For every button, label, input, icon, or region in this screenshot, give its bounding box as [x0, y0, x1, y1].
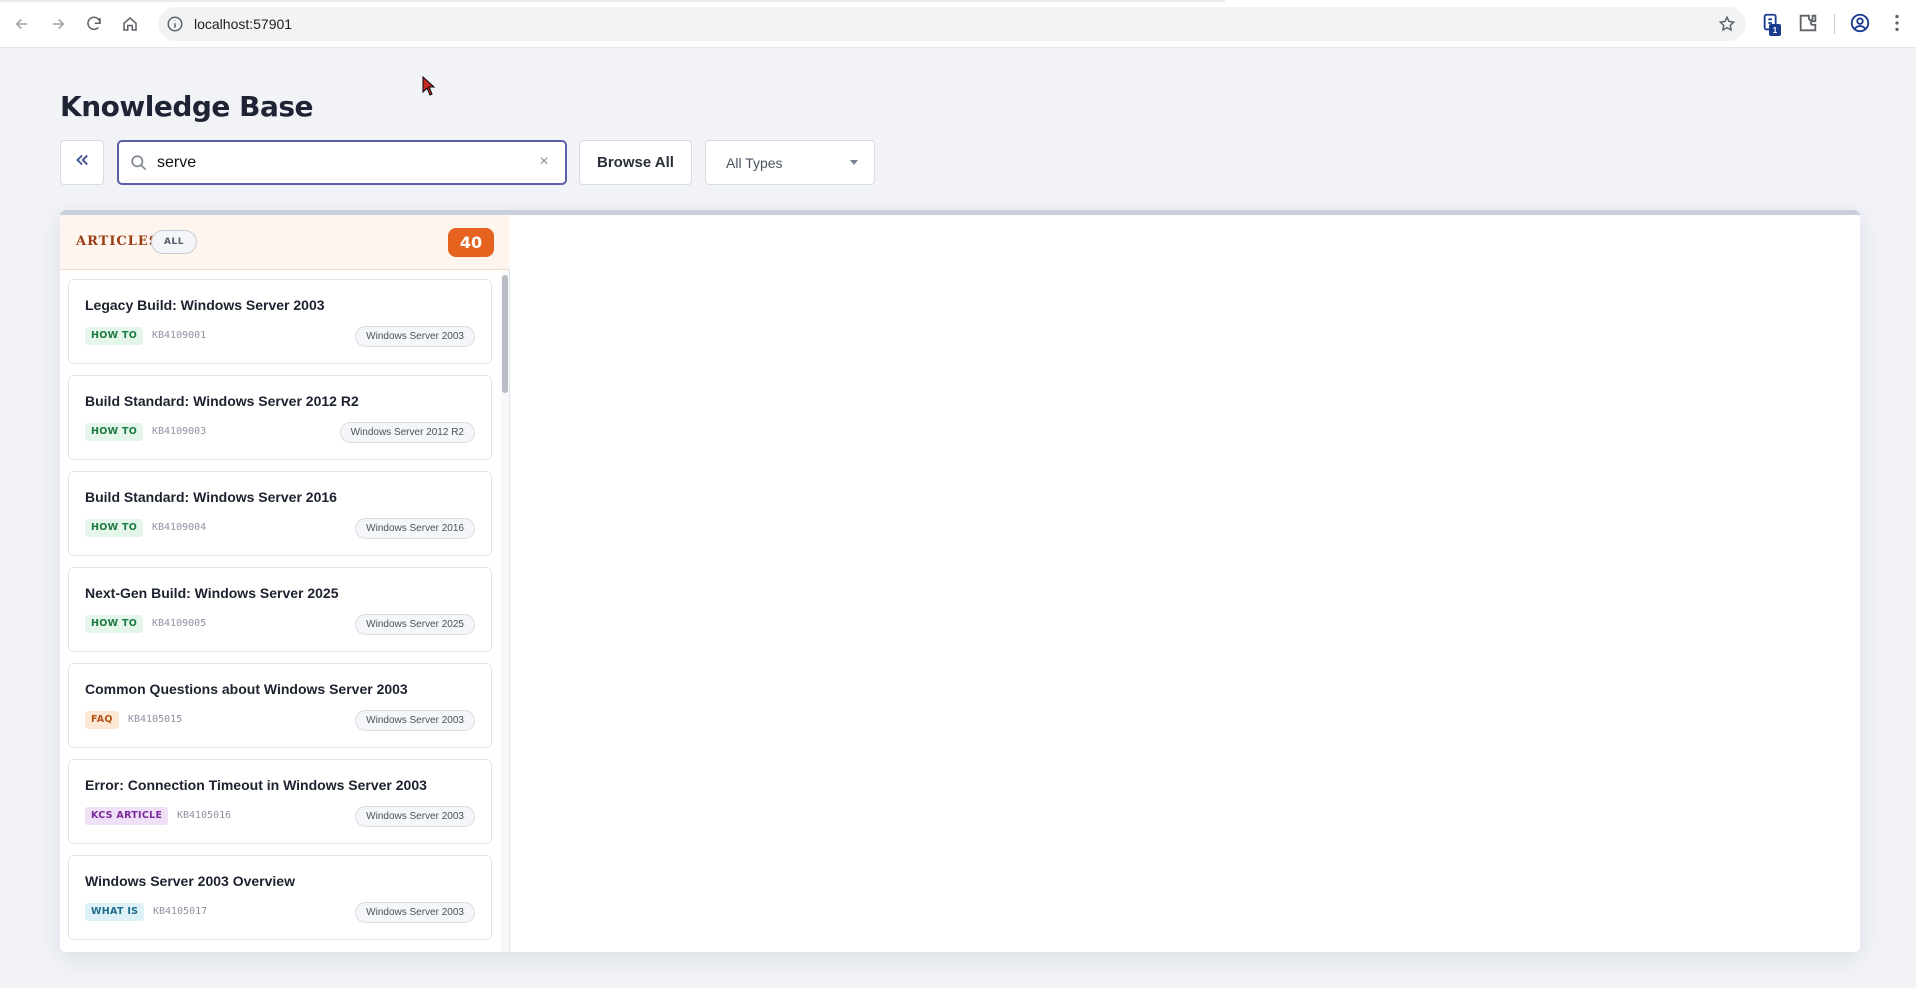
collapse-sidebar-button[interactable] — [60, 140, 104, 185]
star-icon[interactable] — [1718, 15, 1736, 33]
article-id: KB4109003 — [152, 426, 207, 437]
product-tag: Windows Server 2003 — [355, 806, 475, 827]
home-icon[interactable] — [116, 10, 144, 38]
reload-icon[interactable] — [80, 10, 108, 38]
article-title[interactable]: Common Questions about Windows Server 20… — [85, 681, 408, 697]
search-icon — [129, 153, 148, 172]
article-title[interactable]: Error: Connection Timeout in Windows Ser… — [85, 777, 427, 793]
article-title[interactable]: Build Standard: Windows Server 2012 R2 — [85, 393, 359, 409]
article-id: KB4105015 — [128, 714, 183, 725]
article-type-badge: KCS ARTICLE — [85, 807, 169, 825]
scrollbar-thumb[interactable] — [502, 275, 508, 393]
search-box[interactable]: × — [117, 140, 567, 185]
toolbar-divider — [1834, 14, 1835, 34]
article-id: KB4105016 — [177, 810, 232, 821]
article-title[interactable]: Next-Gen Build: Windows Server 2025 — [85, 585, 339, 601]
article-card[interactable]: Build Standard: Windows Server 2016 HOW T… — [68, 471, 492, 556]
articles-pane: ARTICLES ALL 40 Legacy Build: Windows Se… — [60, 215, 510, 952]
browser-toolbar: localhost:57901 1 — [0, 0, 1916, 48]
forward-icon[interactable] — [44, 10, 72, 38]
profile-icon[interactable] — [1849, 12, 1871, 34]
article-type-badge: HOW TO — [85, 519, 144, 537]
article-type-badge: WHAT IS — [85, 903, 145, 921]
type-filter-value: All Types — [726, 155, 783, 171]
page-title: Knowledge Base — [60, 90, 314, 123]
article-title[interactable]: Windows Server 2003 Overview — [85, 873, 295, 889]
article-title[interactable]: Legacy Build: Windows Server 2003 — [85, 297, 325, 313]
article-title[interactable]: Build Standard: Windows Server 2016 — [85, 489, 337, 505]
mouse-cursor-icon — [422, 76, 436, 96]
article-card[interactable]: Build Standard: Windows Server 2012 R2 HO… — [68, 375, 492, 460]
extension-badge: 1 — [1769, 24, 1781, 36]
articles-list: Legacy Build: Windows Server 2003 HOW TO K… — [60, 271, 510, 952]
article-id: KB4109001 — [152, 330, 207, 341]
info-icon[interactable] — [166, 15, 184, 33]
caret-down-icon — [850, 160, 858, 165]
url-text[interactable]: localhost:57901 — [194, 16, 292, 32]
article-card[interactable]: Legacy Build: Windows Server 2003 HOW TO K… — [68, 279, 492, 364]
article-id: KB4109004 — [152, 522, 207, 533]
double-chevron-left-icon — [73, 151, 91, 174]
articles-header: ARTICLES ALL 40 — [60, 215, 510, 270]
main-panel: ARTICLES ALL 40 Legacy Build: Windows Se… — [60, 210, 1860, 952]
product-tag: Windows Server 2003 — [355, 902, 475, 923]
clear-search-button[interactable]: × — [535, 153, 553, 171]
all-filter-pill[interactable]: ALL — [151, 230, 197, 254]
puzzle-icon[interactable] — [1797, 12, 1819, 34]
product-tag: Windows Server 2012 R2 — [339, 422, 475, 443]
article-id: KB4105017 — [153, 906, 208, 917]
article-card[interactable]: Windows Server 2003 Overview WHAT IS KB410… — [68, 855, 492, 940]
loading-bar — [0, 0, 1225, 2]
article-card[interactable]: Common Questions about Windows Server 20… — [68, 663, 492, 748]
article-card[interactable]: Next-Gen Build: Windows Server 2025 HOW T… — [68, 567, 492, 652]
browse-all-button[interactable]: Browse All — [579, 140, 692, 185]
product-tag: Windows Server 2003 — [355, 326, 475, 347]
product-tag: Windows Server 2025 — [355, 614, 475, 635]
article-type-badge: HOW TO — [85, 423, 144, 441]
address-bar[interactable]: localhost:57901 — [158, 7, 1746, 41]
menu-icon[interactable] — [1886, 12, 1908, 34]
type-filter-select[interactable]: All Types — [705, 140, 875, 185]
articles-title: ARTICLES — [76, 234, 160, 249]
back-icon[interactable] — [8, 10, 36, 38]
article-card[interactable]: Error: Connection Timeout in Windows Ser… — [68, 759, 492, 844]
article-type-badge: FAQ — [85, 711, 119, 729]
article-id: KB4109005 — [152, 618, 207, 629]
article-count-badge: 40 — [448, 228, 494, 257]
article-detail-pane — [512, 215, 1860, 952]
product-tag: Windows Server 2003 — [355, 710, 475, 731]
article-type-badge: HOW TO — [85, 327, 144, 345]
search-input[interactable] — [157, 150, 517, 176]
product-tag: Windows Server 2016 — [355, 518, 475, 539]
article-type-badge: HOW TO — [85, 615, 144, 633]
